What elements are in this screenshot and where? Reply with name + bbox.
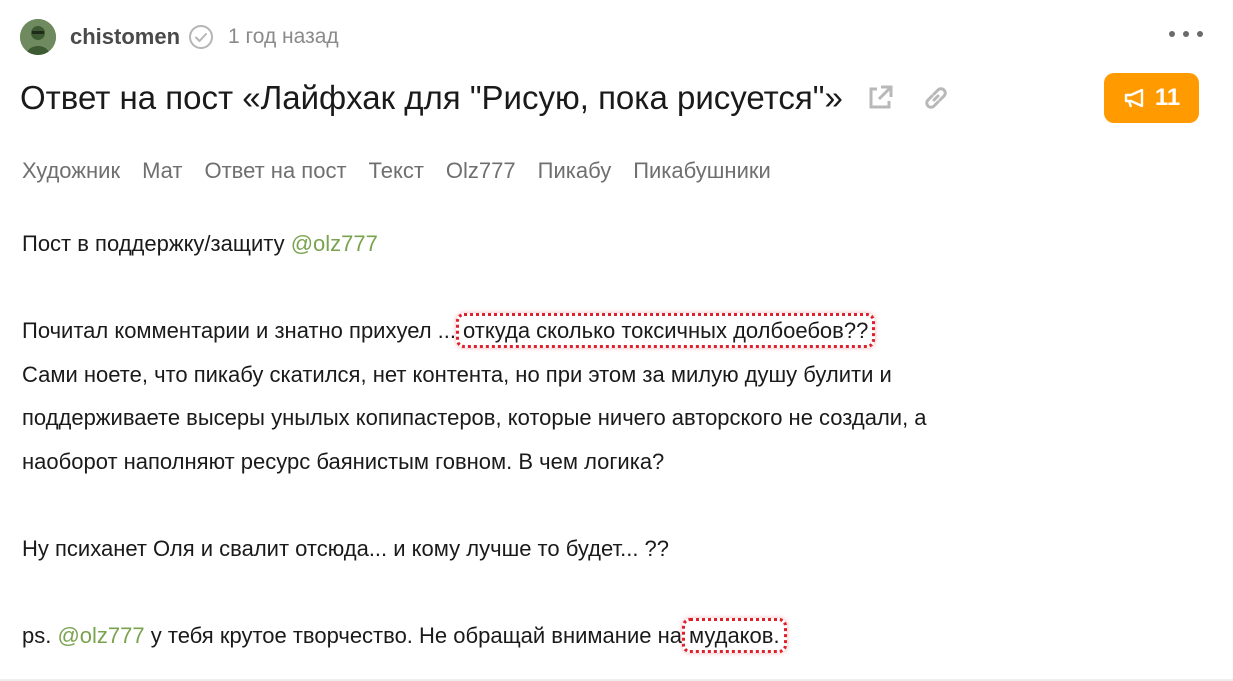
user-mention-link[interactable]: @olz777 [57, 623, 144, 648]
body-text: Почитал комментарии и знатно прихуел ... [22, 318, 457, 343]
author-name[interactable]: chistomen [70, 24, 180, 50]
megaphone-icon [1124, 88, 1144, 108]
body-line: наоборот наполняют ресурс баянистым говн… [22, 448, 665, 474]
copy-link-icon[interactable] [921, 83, 951, 113]
post-time: 1 год назад [228, 25, 339, 48]
highlighted-text: мудаков. [681, 617, 787, 653]
body-text: у тебя крутое творчество. Не обращай вни… [144, 622, 682, 648]
title-row: Ответ на пост «Лайфхак для "Рисую, пока … [20, 72, 951, 124]
body-line: поддерживаете высеры унылых копипастеров… [22, 405, 927, 430]
more-dots-icon [1169, 31, 1175, 37]
tag-list: Художник Мат Ответ на пост Текст Olz777 … [22, 158, 793, 184]
more-dots-icon [1183, 31, 1189, 37]
tag-item[interactable]: Художник [22, 158, 120, 184]
more-options-button[interactable] [1169, 22, 1203, 46]
post-header: chistomen 1 год назад [20, 18, 339, 56]
body-paragraph: Пост в поддержку/защиту @olz777 [22, 222, 1122, 266]
body-paragraph: Почитал комментарии и знатно прихуел ...… [22, 309, 1122, 353]
tag-item[interactable]: Olz777 [446, 158, 516, 184]
highlighted-text: откуда сколько токсичных долбоебов?? [456, 313, 876, 348]
tag-item[interactable]: Пикабушники [633, 158, 771, 184]
avatar[interactable] [20, 19, 56, 55]
more-dots-icon [1197, 31, 1203, 37]
soldier-avatar-icon [20, 19, 56, 55]
post-card: chistomen 1 год назад Ответ на пост «Лай… [0, 0, 1233, 681]
tag-item[interactable]: Мат [142, 158, 182, 184]
body-paragraph: ps. @olz777 у тебя крутое творчество. Не… [22, 614, 1122, 658]
body-text: ps. [22, 622, 58, 648]
tag-item[interactable]: Ответ на пост [204, 158, 346, 184]
post-title[interactable]: Ответ на пост «Лайфхак для "Рисую, пока … [20, 79, 843, 117]
open-external-icon[interactable] [865, 83, 895, 113]
user-mention-link[interactable]: @olz777 [291, 231, 378, 256]
body-line: Сами ноете, что пикабу скатился, нет кон… [22, 361, 892, 387]
body-text: Пост в поддержку/защиту [22, 231, 291, 256]
body-paragraph: Ну психанет Оля и свалит отсюда... и ком… [22, 535, 670, 561]
tag-item[interactable]: Текст [369, 158, 424, 184]
rating-value: 11 [1154, 84, 1181, 111]
tag-item[interactable]: Пикабу [538, 158, 612, 184]
post-body: Пост в поддержку/защиту @olz777 Почитал … [22, 222, 1122, 657]
verified-check-icon [188, 24, 214, 50]
rating-badge[interactable]: 11 [1104, 73, 1199, 123]
